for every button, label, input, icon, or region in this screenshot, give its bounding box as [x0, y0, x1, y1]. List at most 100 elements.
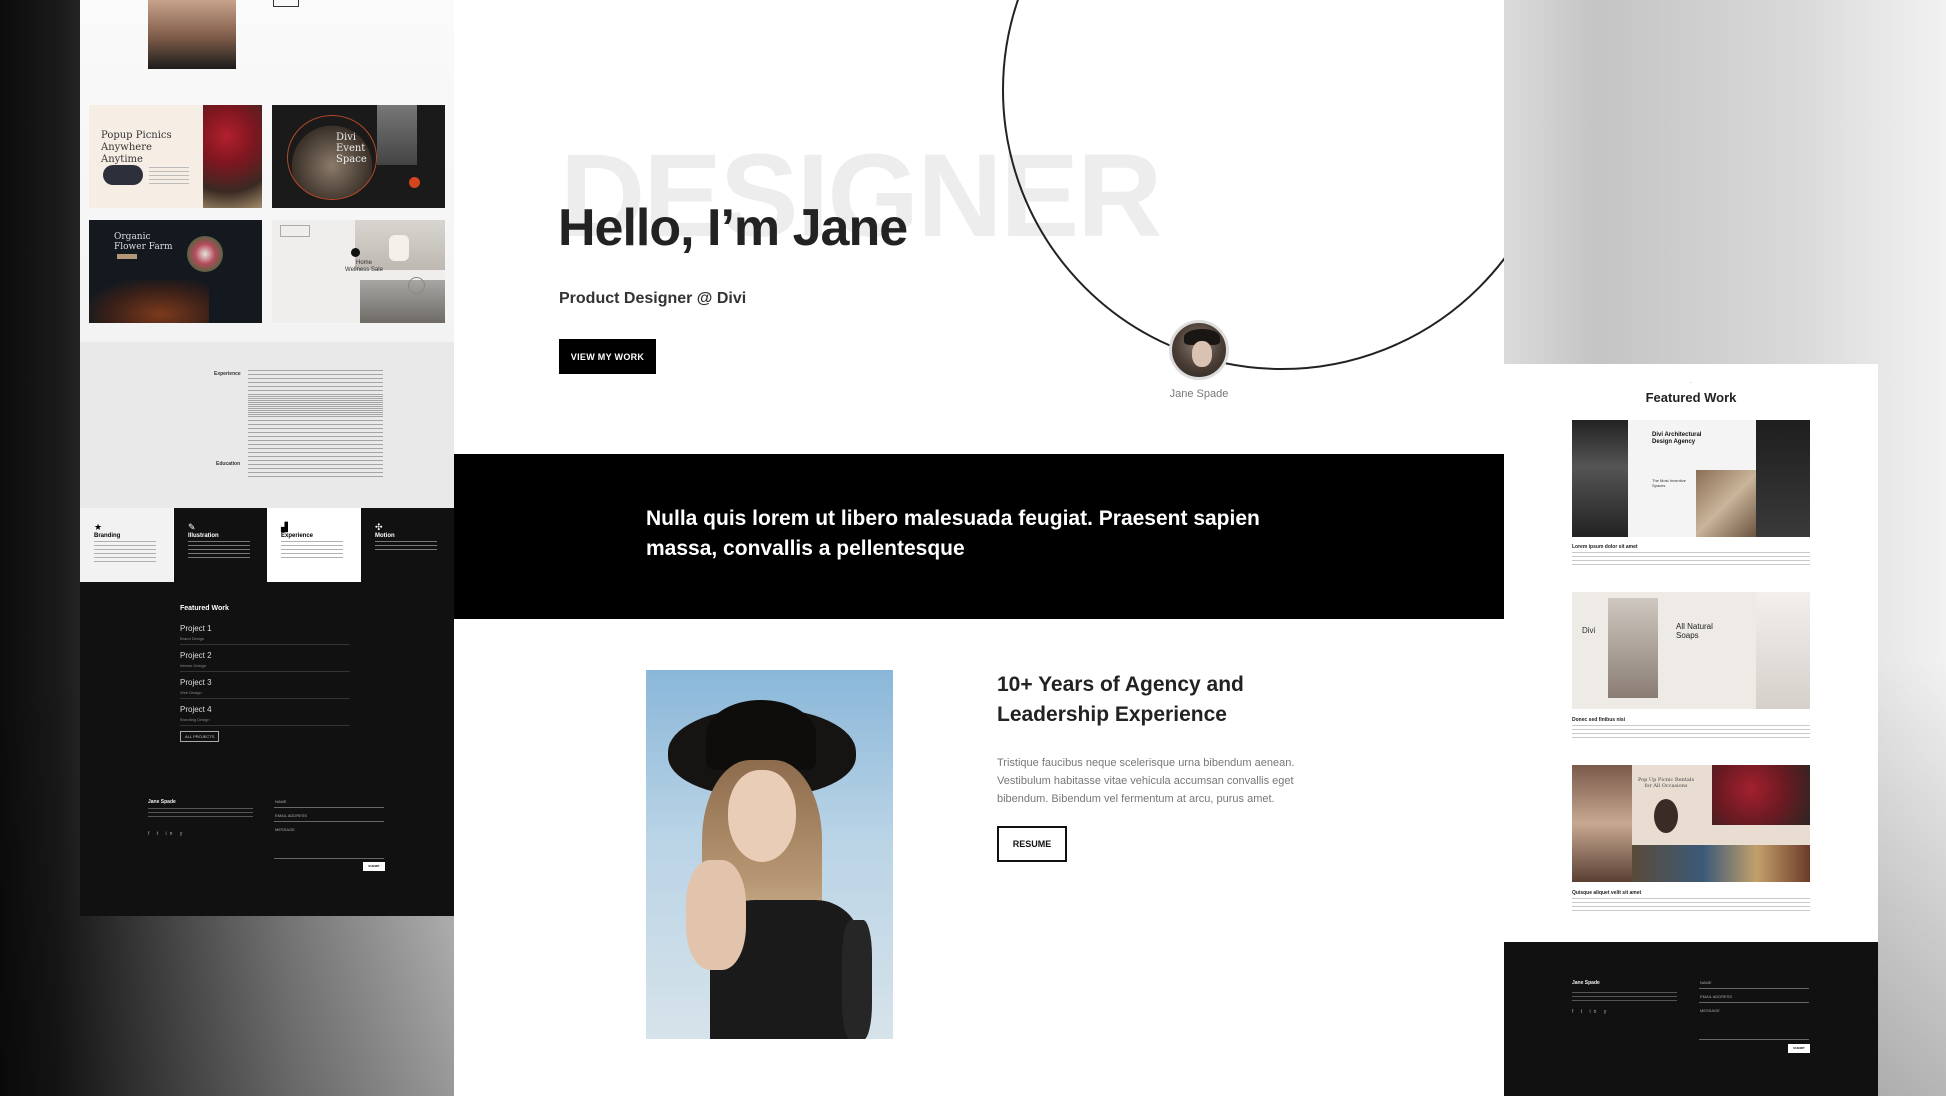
tile-candle	[389, 235, 409, 261]
form-email-label: EMAIL ADDRESS	[275, 813, 308, 818]
divider	[180, 671, 350, 672]
project-link-3[interactable]: Project 3	[180, 678, 212, 687]
service-text	[94, 541, 156, 565]
project-link-1[interactable]: Project 1	[180, 624, 212, 633]
featured-work-title: Featured Work	[180, 605, 229, 612]
project-link-2[interactable]: Project 2	[180, 651, 212, 660]
service-text	[281, 541, 343, 559]
project-sub-4: Branding Design	[180, 717, 210, 722]
message-field[interactable]	[1699, 1039, 1809, 1040]
featured-text-1	[1572, 552, 1810, 566]
service-title: Motion	[375, 533, 395, 539]
portfolio-tile-picnics[interactable]: Popup Picnics Anywhere Anytime	[89, 105, 262, 208]
tile-orange-dot	[409, 177, 420, 188]
project-link-4[interactable]: Project 4	[180, 705, 212, 714]
portrait-thumbnail	[148, 0, 236, 69]
featured-text-2	[1572, 725, 1810, 739]
divider	[180, 644, 350, 645]
featured-tile-soaps[interactable]: Divi All Natural Soaps	[1572, 592, 1810, 709]
featured-tile-architecture[interactable]: Divi Architectural Design Agency The Mos…	[1572, 420, 1810, 537]
tile-circle-outline	[408, 277, 425, 294]
about-heading: 10+ Years of Agency and Leadership Exper…	[997, 673, 1244, 726]
education-text-block	[248, 460, 383, 480]
tile-flowers-image	[203, 105, 262, 208]
social-icons[interactable]: f t in y	[148, 831, 185, 837]
email-field[interactable]	[274, 821, 384, 822]
view-my-work-button[interactable]: VIEW MY WORK	[559, 339, 656, 374]
avatar-face	[1192, 341, 1212, 367]
tile-bottom-strip	[1632, 845, 1810, 882]
service-illustration: ✎ Illustration	[174, 508, 267, 582]
pen-icon: ✎	[188, 522, 196, 532]
experience-section: Experience Education	[80, 342, 454, 508]
footer-text	[1572, 992, 1677, 1001]
submit-button[interactable]: SUBMIT	[363, 862, 385, 871]
message-field[interactable]	[274, 858, 384, 859]
service-text	[188, 541, 250, 559]
name-field[interactable]	[1699, 988, 1809, 989]
footer-name: Jane Spade	[148, 799, 176, 805]
hero-subtitle: Product Designer @ Divi	[559, 290, 747, 307]
social-icons[interactable]: f t in y	[1572, 1009, 1609, 1015]
form-message-label: MESSAGE	[275, 827, 295, 832]
face	[728, 770, 796, 862]
footer-name: Jane Spade	[1572, 980, 1600, 986]
experience-text-block-2	[248, 396, 383, 432]
tile-button	[117, 254, 137, 259]
quote-text: Nulla quis lorem ut libero malesuada feu…	[646, 507, 1260, 560]
avatar-name: Jane Spade	[1169, 388, 1229, 400]
featured-caption-3[interactable]: Quisque aliquet velit sit amet	[1572, 890, 1641, 896]
portfolio-grid-section: Popup Picnics Anywhere Anytime Divi Even…	[80, 0, 454, 342]
star-icon: ★	[94, 522, 103, 532]
tile-title: Organic Flower Farm	[114, 232, 173, 252]
service-experience: ▟ Experience	[267, 508, 360, 582]
tile-title: Divi Architectural Design Agency	[1652, 432, 1702, 445]
featured-tile-picnics[interactable]: Pop Up Picnic Rentals for All Occasions	[1572, 765, 1810, 882]
all-projects-button[interactable]: ALL PROJECTS	[180, 731, 220, 742]
service-title: Illustration	[188, 533, 219, 539]
service-title: Experience	[281, 533, 314, 539]
avatar	[1169, 320, 1229, 380]
name-field[interactable]	[274, 807, 384, 808]
featured-text-3	[1572, 898, 1810, 912]
tile-label-box	[280, 225, 310, 237]
submit-button[interactable]: SUBMIT	[1788, 1044, 1810, 1053]
tile-subtitle: Divi	[1582, 626, 1596, 635]
chart-icon: ▟	[281, 522, 288, 532]
motion-icon: ✣	[375, 522, 383, 532]
form-email-label: EMAIL ADDRESS	[1700, 994, 1733, 999]
decorative-circle	[1002, 0, 1504, 370]
portrait-photo	[646, 670, 893, 1039]
about-paragraph: Tristique faucibus neque scelerisque urn…	[997, 757, 1295, 805]
right-footer: Jane Spade f t in y NAME EMAIL ADDRESS M…	[1504, 942, 1878, 1096]
project-sub-1: Brand Design	[180, 636, 205, 641]
portfolio-tile-flower-farm[interactable]: Organic Flower Farm	[89, 220, 262, 323]
portfolio-tile-event-space[interactable]: Divi Event Space	[272, 105, 445, 208]
portfolio-tile-wellness[interactable]: Home Wellness Sale	[272, 220, 445, 323]
tile-dark-panel	[1756, 420, 1810, 537]
tile-landscape-photo	[360, 280, 445, 323]
tile-subtitle: The Most Inventive Spaces	[1652, 478, 1686, 488]
email-field[interactable]	[1699, 1002, 1809, 1003]
tile-flowers-photo	[1712, 765, 1810, 825]
tile-bouquet-image	[187, 236, 223, 272]
service-branding: ★ Branding	[80, 508, 173, 582]
featured-work-dark-section: Featured Work Project 1 Brand Design Pro…	[80, 582, 454, 916]
divider	[180, 725, 350, 726]
hand	[686, 860, 746, 970]
experience-label: Experience	[214, 371, 241, 377]
featured-caption-1[interactable]: Lorem ipsum dolor sit amet	[1572, 544, 1638, 550]
education-label: Education	[216, 461, 241, 467]
resume-button[interactable]: RESUME	[997, 826, 1067, 862]
eyebrow-line: —	[1689, 380, 1693, 384]
tile-mobile-mock	[1756, 592, 1810, 709]
hero-heading: Hello, I’m Jane	[558, 199, 908, 257]
tile-product-photos	[1608, 598, 1658, 698]
tile-title: Divi Event Space	[336, 132, 367, 165]
form-name-label: NAME	[275, 799, 287, 804]
main-page-preview: DESIGNER Hello, I’m Jane Product Designe…	[454, 0, 1504, 1096]
tiny-button[interactable]	[273, 0, 299, 7]
featured-caption-2[interactable]: Donec sed finibus nisi	[1572, 717, 1625, 723]
tile-text-lines	[149, 167, 189, 187]
featured-work-title: Featured Work	[1645, 390, 1737, 405]
